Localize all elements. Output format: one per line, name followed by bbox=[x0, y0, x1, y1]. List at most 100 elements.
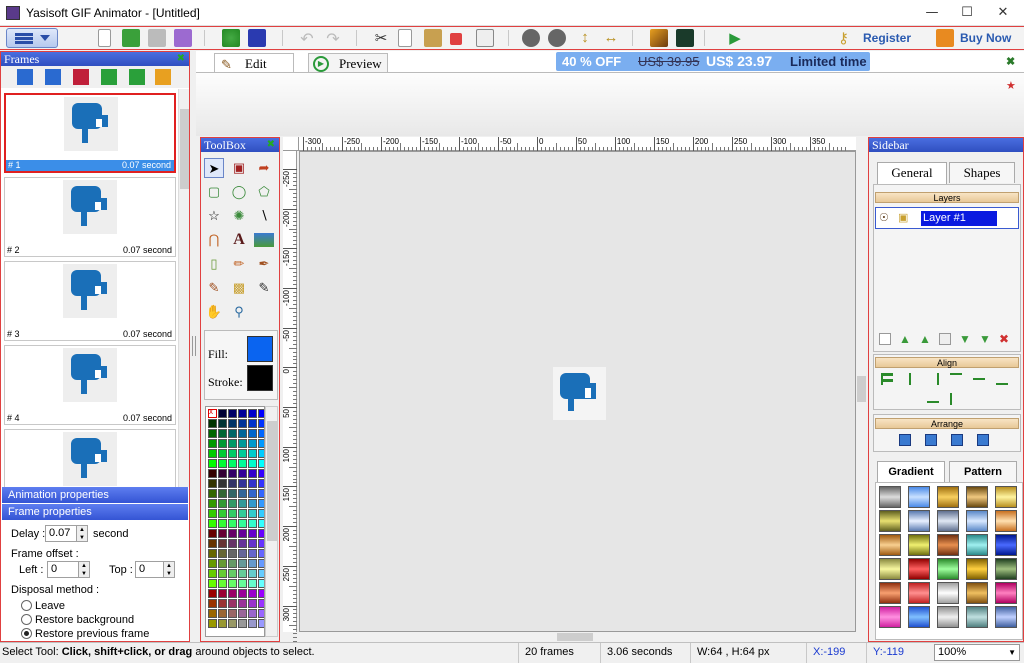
palette-color-swatch[interactable] bbox=[258, 579, 264, 588]
gradient-swatch[interactable] bbox=[879, 486, 901, 508]
gradient-swatch[interactable] bbox=[908, 606, 930, 628]
disposal-restore-background-radio[interactable] bbox=[21, 614, 32, 625]
palette-color-swatch[interactable] bbox=[248, 439, 257, 448]
gradient-swatch[interactable] bbox=[908, 534, 930, 556]
delete-icon[interactable] bbox=[450, 33, 462, 45]
move-icon[interactable] bbox=[222, 29, 240, 47]
palette-color-swatch[interactable] bbox=[228, 449, 237, 458]
palette-color-swatch[interactable] bbox=[238, 499, 247, 508]
palette-color-swatch[interactable] bbox=[258, 429, 264, 438]
palette-color-swatch[interactable] bbox=[228, 619, 237, 628]
palette-color-swatch[interactable] bbox=[238, 409, 247, 418]
transform-tool-icon[interactable]: ▣ bbox=[229, 158, 249, 178]
gradient-swatch[interactable] bbox=[908, 582, 930, 604]
palette-color-swatch[interactable] bbox=[248, 419, 257, 428]
palette-color-swatch[interactable] bbox=[258, 509, 264, 518]
gradient-swatch[interactable] bbox=[995, 582, 1017, 604]
layer-name[interactable]: Layer #1 bbox=[921, 211, 997, 226]
palette-color-swatch[interactable] bbox=[248, 559, 257, 568]
delete-frame-icon[interactable] bbox=[73, 69, 89, 85]
palette-color-swatch[interactable] bbox=[238, 429, 247, 438]
palette-color-swatch[interactable] bbox=[218, 619, 227, 628]
gradient-swatch[interactable] bbox=[908, 510, 930, 532]
palette-color-swatch[interactable] bbox=[208, 529, 217, 538]
palette-color-swatch[interactable] bbox=[258, 419, 264, 428]
tab-general[interactable]: General bbox=[877, 162, 947, 184]
calligraphy-tool-icon[interactable]: ✒ bbox=[254, 254, 274, 274]
gradient-swatch[interactable] bbox=[966, 486, 988, 508]
palette-color-swatch[interactable] bbox=[228, 609, 237, 618]
gradient-swatch[interactable] bbox=[879, 582, 901, 604]
eraser-tool-icon[interactable]: ▯ bbox=[204, 254, 224, 274]
palette-color-swatch[interactable] bbox=[258, 449, 264, 458]
palette-color-swatch[interactable] bbox=[258, 519, 264, 528]
flip-horizontal-icon[interactable]: ↔ bbox=[602, 29, 620, 47]
register-link[interactable]: Register bbox=[863, 31, 911, 45]
video-import-icon[interactable] bbox=[676, 29, 694, 47]
palette-color-swatch[interactable] bbox=[258, 559, 264, 568]
gradient-swatch[interactable] bbox=[995, 606, 1017, 628]
palette-color-swatch[interactable] bbox=[238, 539, 247, 548]
resize-canvas-icon[interactable] bbox=[248, 29, 266, 47]
new-layer-icon[interactable] bbox=[879, 333, 891, 345]
brush-tool-icon[interactable]: ✎ bbox=[204, 278, 224, 298]
gradient-swatch[interactable] bbox=[937, 510, 959, 532]
palette-color-swatch[interactable] bbox=[228, 559, 237, 568]
spiral-tool-icon[interactable]: ✺ bbox=[229, 206, 249, 226]
palette-color-swatch[interactable] bbox=[228, 539, 237, 548]
palette-color-swatch[interactable] bbox=[228, 509, 237, 518]
palette-color-swatch[interactable] bbox=[258, 479, 264, 488]
undo-icon[interactable]: ↶ bbox=[298, 29, 316, 48]
rectangle-tool-icon[interactable]: ▢ bbox=[204, 182, 224, 202]
gradient-swatch[interactable] bbox=[879, 510, 901, 532]
select-tool-icon[interactable]: ➤ bbox=[204, 158, 224, 178]
palette-color-swatch[interactable] bbox=[238, 439, 247, 448]
pencil-tool-icon[interactable]: ✏ bbox=[229, 254, 249, 274]
gradient-swatch[interactable] bbox=[937, 534, 959, 556]
delay-input[interactable]: 0.07 bbox=[45, 525, 77, 542]
palette-color-swatch[interactable] bbox=[228, 599, 237, 608]
palette-color-swatch[interactable] bbox=[218, 439, 227, 448]
gradient-swatch[interactable] bbox=[937, 558, 959, 580]
panel-close-icon[interactable]: ✖ bbox=[177, 52, 185, 66]
palette-color-swatch[interactable] bbox=[228, 469, 237, 478]
flip-vertical-icon[interactable]: ↕ bbox=[576, 29, 594, 47]
palette-color-swatch[interactable] bbox=[258, 589, 264, 598]
toolbox-close-icon[interactable]: ✖ bbox=[267, 138, 275, 152]
palette-color-swatch[interactable] bbox=[208, 419, 217, 428]
palette-color-swatch[interactable] bbox=[228, 549, 237, 558]
align-middle-icon[interactable] bbox=[973, 373, 985, 385]
layer-to-bottom-icon[interactable]: ▼ bbox=[979, 332, 991, 346]
palette-color-swatch[interactable] bbox=[258, 599, 264, 608]
gradient-swatch[interactable] bbox=[879, 534, 901, 556]
palette-color-swatch[interactable] bbox=[238, 469, 247, 478]
left-spinner[interactable]: ▲ ▼ bbox=[78, 561, 90, 578]
gradient-swatches[interactable] bbox=[875, 482, 1023, 640]
palette-color-swatch[interactable] bbox=[218, 549, 227, 558]
palette-color-swatch[interactable] bbox=[228, 519, 237, 528]
palette-color-swatch[interactable] bbox=[228, 429, 237, 438]
palette-color-swatch[interactable] bbox=[258, 529, 264, 538]
open-file-icon[interactable] bbox=[122, 29, 140, 47]
gradient-swatch[interactable] bbox=[879, 606, 901, 628]
palette-color-swatch[interactable] bbox=[208, 589, 217, 598]
palette-color-swatch[interactable] bbox=[258, 469, 264, 478]
close-tab-icon[interactable]: ✖ bbox=[1006, 55, 1015, 68]
drawing-canvas[interactable] bbox=[299, 151, 856, 632]
line-tool-icon[interactable]: ∖ bbox=[254, 206, 274, 226]
palette-color-swatch[interactable] bbox=[258, 619, 264, 628]
palette-color-swatch[interactable] bbox=[238, 479, 247, 488]
palette-color-swatch[interactable] bbox=[228, 479, 237, 488]
color-palette[interactable]: x bbox=[205, 406, 265, 637]
layer-row[interactable]: ☉ ▣ Layer #1 bbox=[875, 207, 1019, 229]
palette-color-swatch[interactable] bbox=[218, 419, 227, 428]
tab-preview[interactable]: ▶ Preview bbox=[308, 53, 388, 74]
palette-color-swatch[interactable] bbox=[208, 579, 217, 588]
layer-up-icon[interactable]: ▲ bbox=[919, 332, 931, 346]
palette-color-swatch[interactable] bbox=[228, 489, 237, 498]
frame-item[interactable]: # 4 0.07 second bbox=[4, 345, 176, 425]
buy-now-link[interactable]: Buy Now bbox=[960, 31, 1011, 45]
palette-color-swatch[interactable] bbox=[218, 449, 227, 458]
palette-color-swatch[interactable] bbox=[218, 489, 227, 498]
palette-color-swatch[interactable] bbox=[218, 589, 227, 598]
